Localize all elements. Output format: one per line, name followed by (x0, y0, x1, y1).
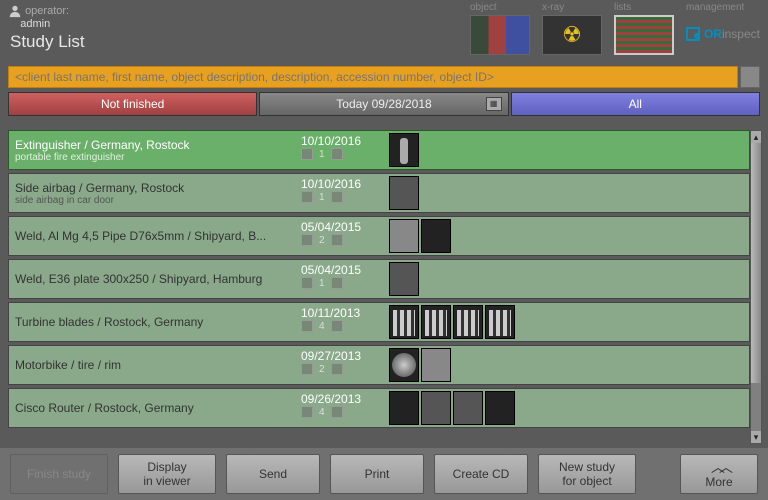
lock-icon (301, 320, 313, 332)
thumbnail[interactable] (421, 219, 451, 253)
thumbnail-strip (387, 174, 749, 212)
display-in-viewer-button[interactable]: Display in viewer (118, 454, 216, 494)
page-title: Study List (10, 32, 85, 52)
scroll-up-icon[interactable]: ▴ (751, 131, 761, 143)
study-row[interactable]: Side airbag / Germany, Rostock side airb… (8, 173, 750, 213)
send-button[interactable]: Send (226, 454, 320, 494)
study-description: Cisco Router / Rostock, Germany (9, 389, 299, 427)
filter-all[interactable]: All (511, 92, 760, 116)
radiation-icon (542, 15, 602, 55)
thumbnail[interactable] (389, 219, 419, 253)
brand-square-icon (686, 27, 700, 41)
user-icon (8, 4, 22, 18)
thumbnail[interactable] (421, 305, 451, 339)
study-description: Weld, E36 plate 300x250 / Shipyard, Hamb… (9, 260, 299, 298)
study-date: 09/26/2013 4 (299, 389, 387, 427)
header: operator: admin Study List object x-ray … (0, 0, 768, 60)
study-description: Weld, Al Mg 4,5 Pipe D76x5mm / Shipyard,… (9, 217, 299, 255)
study-row[interactable]: Weld, E36 plate 300x250 / Shipyard, Hamb… (8, 259, 750, 299)
thumbnail-strip (387, 389, 749, 427)
flask-icon (331, 148, 343, 160)
flask-icon (331, 320, 343, 332)
thumbnail[interactable] (389, 348, 419, 382)
lock-icon (301, 234, 313, 246)
thumbnail[interactable] (389, 176, 419, 210)
study-date: 10/11/2013 4 (299, 303, 387, 341)
nav-xray[interactable]: x-ray (542, 2, 602, 55)
finish-study-button: Finish study (10, 454, 108, 494)
study-description: Turbine blades / Rostock, Germany (9, 303, 299, 341)
flask-icon (331, 234, 343, 246)
study-row[interactable]: Cisco Router / Rostock, Germany 09/26/20… (8, 388, 750, 428)
lock-icon (301, 191, 313, 203)
search-input[interactable] (8, 66, 738, 88)
thumbnail[interactable] (389, 391, 419, 425)
thumbnail[interactable] (485, 305, 515, 339)
study-row[interactable]: Weld, Al Mg 4,5 Pipe D76x5mm / Shipyard,… (8, 216, 750, 256)
search-row (8, 66, 760, 88)
thumbnail[interactable] (389, 133, 419, 167)
study-date: 10/10/2016 1 (299, 174, 387, 212)
thumbnail-strip (387, 303, 749, 341)
thumbnail[interactable] (485, 391, 515, 425)
flask-icon (331, 406, 343, 418)
thumbnail[interactable] (421, 348, 451, 382)
lists-thumb-icon (614, 15, 674, 55)
more-button[interactable]: ︿︿ More (680, 454, 758, 494)
thumbnail[interactable] (389, 305, 419, 339)
study-description: Side airbag / Germany, Rostock side airb… (9, 174, 299, 212)
study-description: Extinguisher / Germany, Rostock portable… (9, 131, 299, 169)
filter-not-finished[interactable]: Not finished (8, 92, 257, 116)
study-description: Motorbike / tire / rim (9, 346, 299, 384)
object-thumb-icon (470, 15, 530, 55)
flask-icon (331, 277, 343, 289)
top-nav: object x-ray lists management ORinspect (470, 2, 760, 55)
calendar-icon[interactable]: ▦ (486, 97, 502, 111)
lock-icon (301, 148, 313, 160)
nav-object[interactable]: object (470, 2, 530, 55)
brand-logo: ORinspect (686, 27, 760, 41)
nav-lists[interactable]: lists (614, 2, 674, 55)
thumbnail-strip (387, 260, 749, 298)
study-row[interactable]: Motorbike / tire / rim 09/27/2013 2 (8, 345, 750, 385)
lock-icon (301, 363, 313, 375)
print-button[interactable]: Print (330, 454, 424, 494)
flask-icon (331, 191, 343, 203)
study-list: Extinguisher / Germany, Rostock portable… (8, 130, 750, 444)
scroll-down-icon[interactable]: ▾ (751, 431, 761, 443)
study-date: 10/10/2016 1 (299, 131, 387, 169)
thumbnail[interactable] (389, 262, 419, 296)
thumbnail-strip (387, 131, 749, 169)
filter-row: Not finished Today 09/28/2018 ▦ All (8, 92, 760, 116)
lock-icon (301, 406, 313, 418)
new-study-button[interactable]: New study for object (538, 454, 636, 494)
study-date: 09/27/2013 2 (299, 346, 387, 384)
filter-today[interactable]: Today 09/28/2018 ▦ (259, 92, 508, 116)
lock-icon (301, 277, 313, 289)
chevron-up-icon: ︿︿ (711, 460, 727, 474)
thumbnail-strip (387, 217, 749, 255)
search-clear-button[interactable] (740, 66, 760, 88)
flask-icon (331, 363, 343, 375)
thumbnail[interactable] (421, 391, 451, 425)
study-date: 05/04/2015 2 (299, 217, 387, 255)
nav-management[interactable]: management ORinspect (686, 2, 760, 55)
scroll-thumb[interactable] (751, 143, 761, 383)
operator-label: operator: (25, 5, 69, 17)
bottom-toolbar: Finish study Display in viewer Send Prin… (0, 448, 768, 500)
thumbnail[interactable] (453, 305, 483, 339)
create-cd-button[interactable]: Create CD (434, 454, 528, 494)
operator-value: admin (20, 18, 50, 30)
study-row[interactable]: Extinguisher / Germany, Rostock portable… (8, 130, 750, 170)
study-date: 05/04/2015 1 (299, 260, 387, 298)
study-row[interactable]: Turbine blades / Rostock, Germany 10/11/… (8, 302, 750, 342)
scrollbar[interactable]: ▴ ▾ (750, 130, 762, 444)
thumbnail[interactable] (453, 391, 483, 425)
thumbnail-strip (387, 346, 749, 384)
